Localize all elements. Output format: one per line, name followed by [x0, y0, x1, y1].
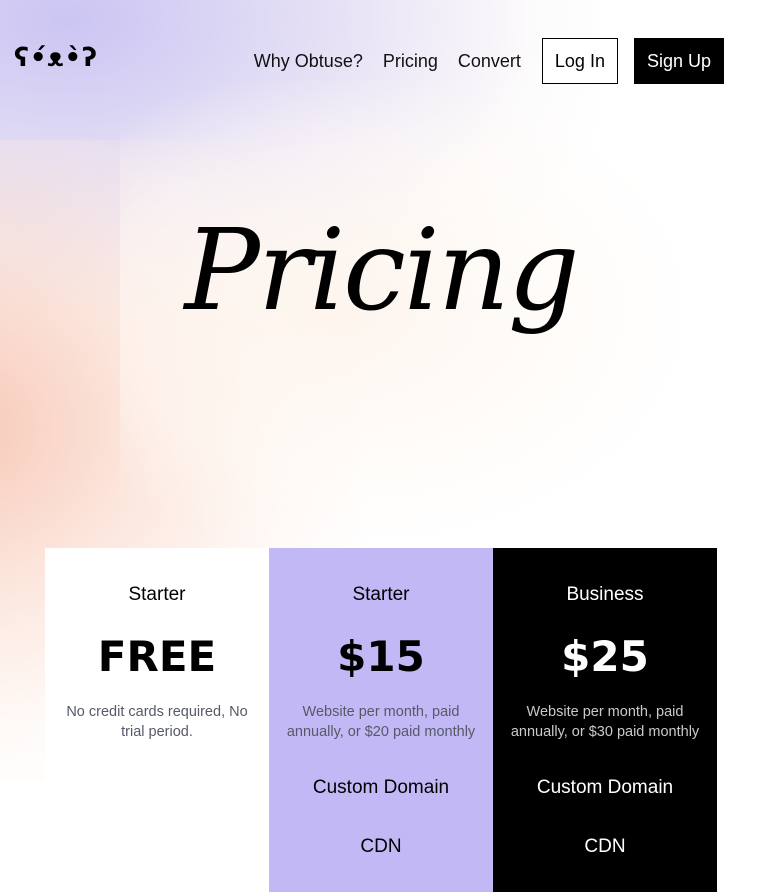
sign-up-button[interactable]: Sign Up: [633, 38, 724, 84]
brand-logo[interactable]: ʕ•́ᴥ•̀ʔ: [14, 40, 98, 76]
log-in-button[interactable]: Log In: [541, 38, 618, 84]
plan-description: Website per month, paid annually, or $30…: [510, 704, 700, 740]
plan-price: FREE: [97, 632, 217, 681]
page-title: Pricing: [184, 206, 579, 336]
plan-description: Website per month, paid annually, or $20…: [286, 704, 476, 740]
plan-card-starter-paid: Starter $15 Website per month, paid annu…: [269, 548, 493, 892]
plan-name: Starter: [352, 584, 410, 605]
nav-link-convert[interactable]: Convert: [458, 51, 521, 72]
plan-card-free: Starter FREE No credit cards required, N…: [45, 548, 269, 892]
nav-link-pricing[interactable]: Pricing: [383, 51, 438, 72]
plan-price: $25: [561, 632, 649, 681]
plan-feature-custom-domain: Custom Domain: [536, 777, 674, 798]
nav-link-why-obtuse[interactable]: Why Obtuse?: [254, 51, 363, 72]
top-nav: Why Obtuse? Pricing Convert Log In Sign …: [254, 38, 724, 84]
plan-description: No credit cards required, No trial perio…: [66, 704, 248, 740]
plan-feature-custom-domain: Custom Domain: [312, 777, 450, 798]
pricing-plans: Starter FREE No credit cards required, N…: [45, 548, 717, 892]
plan-card-business: Business $25 Website per month, paid ann…: [493, 548, 717, 892]
plan-feature-cdn: CDN: [360, 836, 402, 857]
plan-name: Business: [566, 584, 644, 605]
plan-name: Starter: [128, 584, 186, 605]
plan-price: $15: [337, 632, 425, 681]
plan-feature-cdn: CDN: [584, 836, 626, 857]
